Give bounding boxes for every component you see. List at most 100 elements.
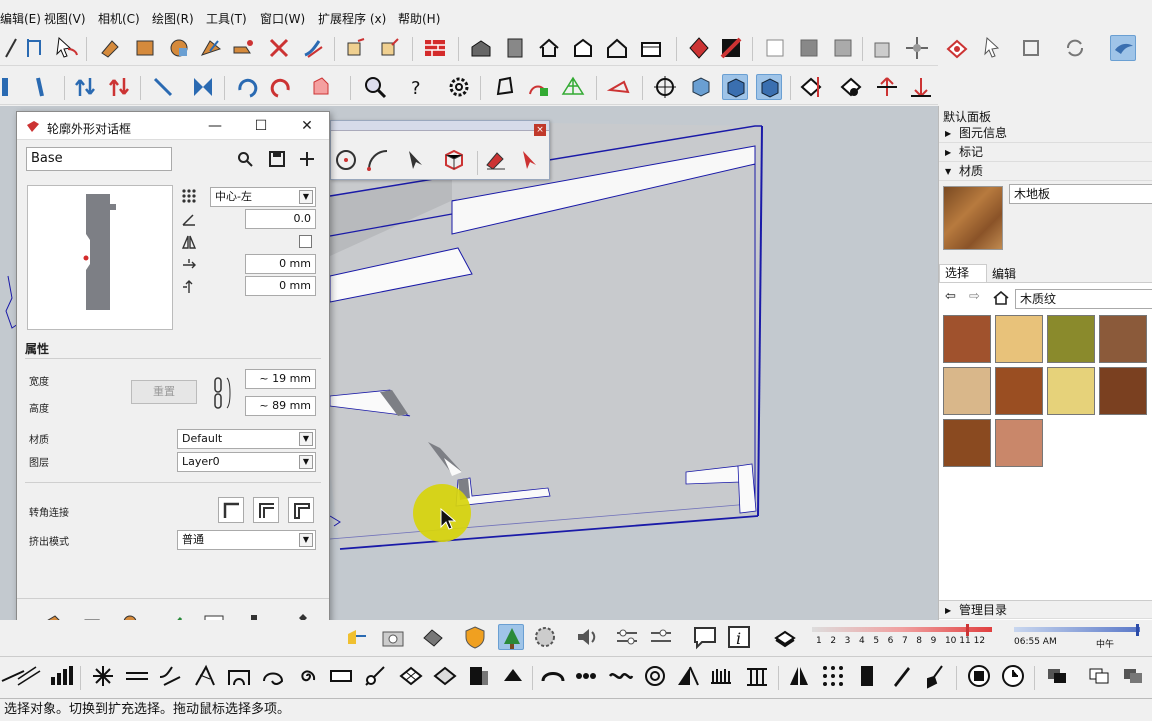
node-edit-icon[interactable] <box>362 663 388 689</box>
shaded-style-icon[interactable] <box>830 35 856 61</box>
sandbox-smoove-icon[interactable] <box>492 74 518 100</box>
door-icon[interactable] <box>854 663 880 689</box>
bowtie-icon[interactable] <box>190 74 216 100</box>
wall-block-icon[interactable] <box>466 663 492 689</box>
shadow-date-slider[interactable]: 1 2 3 4 5 6 7 8 9 10 11 12 <box>808 624 998 654</box>
corner-miter-button[interactable] <box>218 497 244 523</box>
shadow-time-slider[interactable]: 06:55 AM 中午 <box>1010 624 1140 654</box>
rectangle-tool-icon[interactable] <box>132 35 158 61</box>
corner-overlap-button[interactable] <box>288 497 314 523</box>
material-swatch[interactable] <box>1099 315 1147 363</box>
section-move-up-icon[interactable] <box>874 74 900 100</box>
roof-tile-icon[interactable] <box>500 663 526 689</box>
menu-help[interactable]: 帮助(H) <box>398 10 440 27</box>
material-swatch[interactable] <box>943 419 991 467</box>
arch-icon[interactable] <box>226 663 252 689</box>
axis-tool-icon[interactable] <box>0 74 18 100</box>
eraser-icon[interactable] <box>483 147 509 173</box>
menu-tools[interactable]: 工具(T) <box>206 10 247 27</box>
search-icon[interactable] <box>237 151 253 167</box>
tags-section[interactable]: ▶ 标记 <box>939 143 1152 162</box>
profile-search-input[interactable]: Base <box>26 147 172 171</box>
stairs-icon[interactable] <box>16 663 42 689</box>
surface-mesh-icon[interactable] <box>432 663 458 689</box>
minimize-icon[interactable]: — <box>205 116 225 136</box>
comb-icon[interactable] <box>708 663 734 689</box>
position-camera-icon[interactable] <box>982 35 1008 61</box>
erase-face-icon[interactable] <box>308 74 334 100</box>
save-icon[interactable] <box>269 151 285 167</box>
dot-grid-icon[interactable] <box>820 663 846 689</box>
settings-gear-icon[interactable] <box>446 74 472 100</box>
rope-tool-icon[interactable] <box>90 663 116 689</box>
speech-bubble-icon[interactable] <box>692 624 718 650</box>
shadow-toggle-icon[interactable] <box>772 624 798 650</box>
tree-icon[interactable] <box>498 624 524 650</box>
back-icon[interactable]: ⇦ <box>945 289 956 304</box>
reset-button[interactable]: 重置 <box>131 380 197 404</box>
mirror-triangle-icon[interactable] <box>786 663 812 689</box>
material-swatch[interactable] <box>995 419 1043 467</box>
model-info-icon[interactable] <box>502 35 528 61</box>
material-swatch[interactable] <box>1099 367 1147 415</box>
wave-icon[interactable] <box>608 663 634 689</box>
material-swatch[interactable] <box>995 315 1043 363</box>
menu-window[interactable]: 窗口(W) <box>260 10 305 27</box>
material-swatch[interactable] <box>1047 367 1095 415</box>
material-select[interactable]: Default ▼ <box>177 429 316 449</box>
material-swatch[interactable] <box>995 367 1043 415</box>
scissors-tool-icon[interactable] <box>266 35 292 61</box>
flip-down-icon[interactable] <box>106 74 132 100</box>
flat-bar-icon[interactable] <box>328 663 354 689</box>
pushpull-tool-icon[interactable] <box>198 35 224 61</box>
library-select[interactable]: 木质纹 <box>1015 289 1152 309</box>
dimension-tool-icon[interactable] <box>22 35 48 61</box>
fillet-icon[interactable] <box>158 663 184 689</box>
layer-select[interactable]: Layer0 ▼ <box>177 452 316 472</box>
paint-bucket-icon[interactable] <box>420 624 446 650</box>
stacked-layers-icon[interactable] <box>1044 663 1070 689</box>
home-icon[interactable] <box>993 291 1009 305</box>
refresh-icon[interactable] <box>1062 35 1088 61</box>
menu-extensions[interactable]: 扩展程序 (x) <box>318 10 386 27</box>
hidden-line-style-icon[interactable] <box>796 35 822 61</box>
offset-tool-icon[interactable] <box>230 35 256 61</box>
link-chain-icon[interactable] <box>211 376 235 410</box>
extension-warehouse-icon[interactable] <box>638 35 664 61</box>
xray-style-icon[interactable] <box>762 35 788 61</box>
width-input[interactable]: ~ 19 mm <box>245 369 316 389</box>
component-cube-icon[interactable] <box>441 147 467 173</box>
house-icon[interactable] <box>536 35 562 61</box>
close-icon[interactable]: ✕ <box>297 116 317 136</box>
sliders-icon[interactable] <box>614 624 640 650</box>
follow-me-tool-icon[interactable] <box>300 35 326 61</box>
info-icon[interactable]: i <box>726 624 752 650</box>
dialog-titlebar[interactable]: 轮廓外形对话框 — ☐ ✕ <box>17 112 329 140</box>
beads-icon[interactable] <box>574 663 600 689</box>
add-icon[interactable] <box>299 151 315 167</box>
section-fill-icon[interactable] <box>838 74 864 100</box>
curve-loop-icon[interactable] <box>260 663 286 689</box>
sandbox-stamp-icon[interactable] <box>526 74 552 100</box>
circle-draw-icon[interactable] <box>333 147 359 173</box>
arc-bridge-icon[interactable] <box>540 663 566 689</box>
time-slider-thumb[interactable] <box>1136 624 1139 636</box>
eye-sliders-icon[interactable] <box>648 624 674 650</box>
speaker-icon[interactable] <box>574 624 600 650</box>
angle-input[interactable]: 0.0 <box>245 209 316 229</box>
offset-x-input[interactable]: 0 mm <box>245 254 316 274</box>
tape-measure-icon[interactable] <box>30 74 56 100</box>
pen-tool-icon[interactable] <box>888 663 914 689</box>
paint-tool-icon[interactable] <box>98 35 124 61</box>
walkthrough-icon[interactable] <box>944 35 978 61</box>
material-swatch[interactable] <box>943 315 991 363</box>
flip-up-icon[interactable] <box>72 74 98 100</box>
standard-view-iso-icon[interactable] <box>688 74 714 100</box>
height-input[interactable]: ~ 89 mm <box>245 396 316 416</box>
components-icon[interactable] <box>870 35 896 61</box>
spiral-icon[interactable] <box>294 663 320 689</box>
spiral-target-icon[interactable] <box>642 663 668 689</box>
section-plane-icon[interactable] <box>686 35 712 61</box>
warehouse-icon[interactable] <box>468 35 494 61</box>
material-swatch[interactable] <box>943 367 991 415</box>
